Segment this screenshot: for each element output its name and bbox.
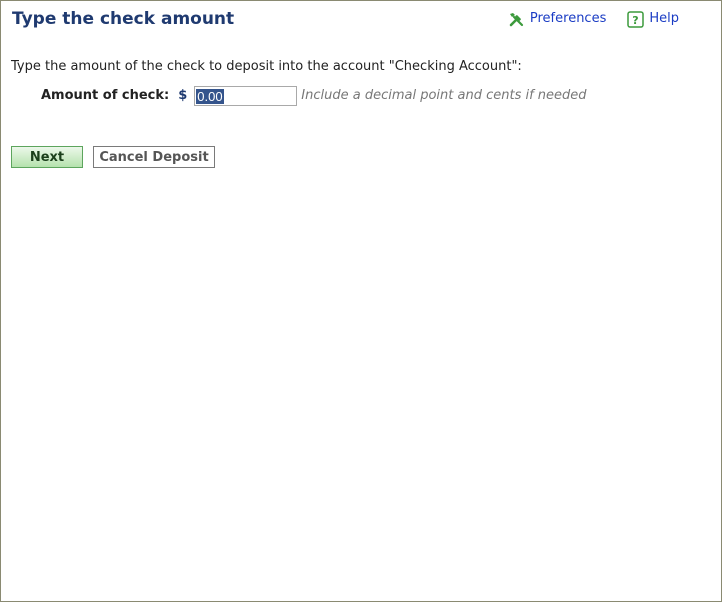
help-link[interactable]: ? Help [627,10,679,28]
cancel-deposit-button[interactable]: Cancel Deposit [93,146,215,168]
svg-text:?: ? [633,14,639,27]
help-link-label: Help [649,11,679,26]
window-frame: Type the check amount Preferences ? Help [0,0,722,602]
next-button[interactable]: Next [11,146,83,168]
amount-input[interactable]: 0.00 [194,85,298,106]
page-title: Type the check amount [12,9,235,29]
preferences-link-label: Preferences [529,11,607,26]
button-row: Next Cancel Deposit [11,146,215,168]
instruction-text: Type the amount of the check to deposit … [11,59,522,74]
header-links: Preferences ? Help [508,10,679,28]
help-icon: ? [627,10,645,28]
amount-label: Amount of check: [41,88,170,103]
amount-row: Amount of check: $ 0.00 Include a decima… [41,85,587,106]
amount-hint: Include a decimal point and cents if nee… [301,88,587,103]
currency-symbol: $ [178,88,188,103]
wrench-screwdriver-icon [508,11,525,28]
preferences-link[interactable]: Preferences [508,10,606,28]
amount-input-value: 0.00 [196,88,224,104]
